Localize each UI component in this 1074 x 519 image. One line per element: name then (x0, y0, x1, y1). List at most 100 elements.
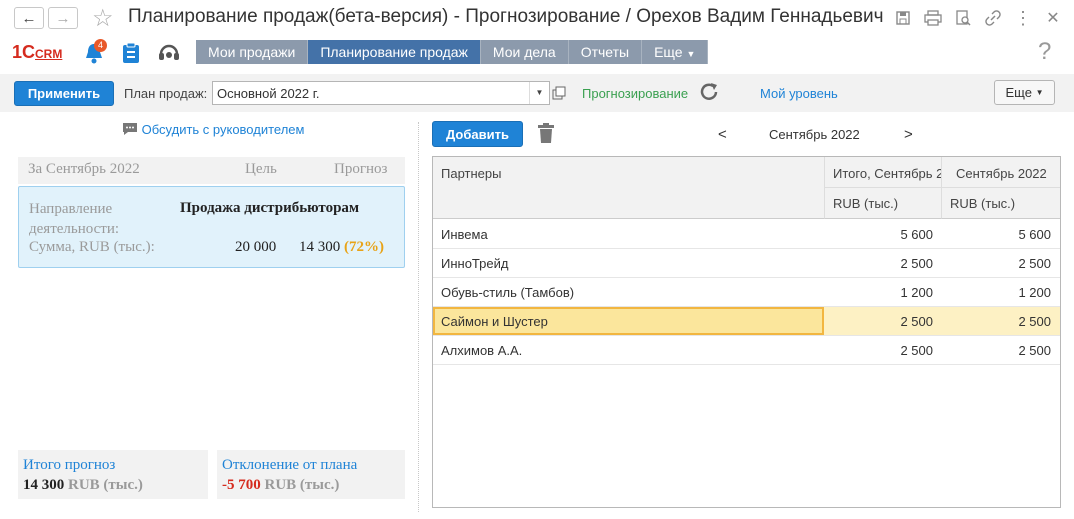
deviation-unit: RUB (тыс.) (264, 477, 340, 493)
chevron-down-icon: ▼ (1035, 88, 1044, 97)
forecast-link[interactable]: Прогнозирование (582, 86, 688, 101)
month-cell: 5 600 (1018, 227, 1051, 242)
notification-badge: 4 (94, 39, 107, 52)
support-button[interactable] (157, 41, 181, 68)
my-level-link[interactable]: Мой уровень (760, 86, 838, 101)
prev-period-button[interactable]: < (718, 126, 727, 143)
forecast-value-group: 14 300 (72%) (299, 239, 384, 256)
open-icon[interactable] (552, 83, 570, 103)
col-header-total[interactable]: Итого, Сентябрь 2022 (825, 157, 942, 188)
period-header: За Сентябрь 2022 (28, 161, 140, 177)
period-label: Сентябрь 2022 (769, 127, 860, 142)
arrow-right-icon: → (55, 9, 71, 27)
direction-label: Направление деятельности: (29, 201, 120, 237)
close-icon[interactable]: ✕ (1043, 8, 1063, 28)
total-forecast-unit: RUB (тыс.) (68, 477, 143, 493)
back-button[interactable]: ← (14, 7, 44, 29)
deviation-box: Отклонение от плана -5 700 RUB (тыс.) (217, 450, 405, 499)
tasks-button[interactable] (122, 42, 140, 67)
tab-more[interactable]: Еще ▼ (642, 40, 709, 64)
partner-cell: ИнноТрейд (441, 256, 509, 271)
table-row-selected[interactable]: Саймон и Шустер 2 500 2 500 (433, 307, 1060, 336)
table-row[interactable]: Алхимов А.А. 2 500 2 500 (433, 336, 1060, 365)
total-cell: 1 200 (900, 285, 933, 300)
col-header-partners[interactable]: Партнеры (433, 157, 825, 219)
tab-more-label: Еще (654, 44, 683, 60)
deviation-line: -5 700 RUB (тыс.) (222, 477, 339, 494)
total-forecast-box: Итого прогноз 14 300 RUB (тыс.) (18, 450, 208, 499)
deviation-label: Отклонение от плана (222, 457, 358, 473)
goal-header: Цель (245, 161, 277, 177)
deviation-value: -5 700 (222, 477, 261, 493)
preview-icon[interactable] (953, 8, 973, 28)
app-logo: 1СCRM (12, 42, 63, 62)
plan-select-value: Основной 2022 г. (217, 86, 320, 101)
main-nav: Мои продажи Планирование продаж Мои дела… (196, 40, 709, 64)
total-cell: 2 500 (900, 256, 933, 271)
col-header-month-unit-label: RUB (тыс.) (950, 196, 1016, 211)
notifications-button[interactable]: 4 (84, 39, 108, 66)
headset-icon (159, 44, 179, 60)
total-forecast-label: Итого прогноз (23, 457, 116, 473)
apply-button[interactable]: Применить (14, 81, 114, 106)
add-button[interactable]: Добавить (432, 121, 523, 147)
help-button[interactable]: ? (1038, 38, 1051, 66)
tab-my-sales[interactable]: Мои продажи (196, 40, 309, 64)
forward-button[interactable]: → (48, 7, 78, 29)
plan-select[interactable]: Основной 2022 г. ▼ (212, 81, 550, 105)
direction-value: Продажа дистрибьюторам (180, 200, 360, 216)
dropdown-arrow-icon[interactable]: ▼ (529, 82, 549, 104)
tab-sales-planning[interactable]: Планирование продаж (308, 40, 481, 64)
month-cell: 2 500 (1018, 343, 1051, 358)
total-cell: 2 500 (900, 314, 933, 329)
col-header-month-label: Сентябрь 2022 (956, 166, 1047, 181)
forecast-percent: (72%) (344, 239, 384, 255)
col-header-total-unit-label: RUB (тыс.) (833, 196, 899, 211)
col-header-month[interactable]: Сентябрь 2022 (942, 157, 1060, 188)
total-forecast-line: 14 300 RUB (тыс.) (23, 477, 143, 494)
table-row[interactable]: Инвема 5 600 5 600 (433, 220, 1060, 249)
partner-cell: Саймон и Шустер (441, 314, 548, 329)
link-icon[interactable] (983, 8, 1003, 28)
plan-label: План продаж: (124, 86, 208, 101)
partner-cell: Обувь-стиль (Тамбов) (441, 285, 575, 300)
next-period-button[interactable]: > (904, 126, 913, 143)
forecast-header: Прогноз (334, 161, 388, 177)
refresh-button[interactable] (698, 81, 720, 106)
discuss-link[interactable]: Обсудить с руководителем (122, 122, 304, 137)
print-icon[interactable] (923, 8, 943, 28)
toolbar-more-button[interactable]: Еще ▼ (994, 80, 1055, 105)
more-vertical-icon[interactable]: ⋮ (1013, 8, 1033, 28)
delete-button[interactable] (538, 123, 554, 146)
tab-reports[interactable]: Отчеты (568, 40, 643, 64)
table-row[interactable]: ИнноТрейд 2 500 2 500 (433, 249, 1060, 278)
goal-value: 20 000 (235, 239, 277, 255)
chat-icon (123, 123, 137, 135)
total-cell: 5 600 (900, 227, 933, 242)
star-icon[interactable]: ☆ (92, 4, 114, 33)
total-cell: 2 500 (900, 343, 933, 358)
summary-header: За Сентябрь 2022 Цель Прогноз (18, 157, 405, 184)
col-header-month-unit: RUB (тыс.) (942, 188, 1060, 219)
panel-splitter[interactable] (418, 122, 419, 512)
month-cell: 1 200 (1018, 285, 1051, 300)
tab-my-tasks[interactable]: Мои дела (480, 40, 569, 64)
partners-table: Партнеры Итого, Сентябрь 2022 RUB (тыс.)… (432, 156, 1061, 508)
direction-card[interactable]: Направление деятельности: Продажа дистри… (18, 186, 405, 268)
discuss-link-label: Обсудить с руководителем (141, 122, 305, 137)
arrow-left-icon: ← (21, 9, 37, 27)
partner-cell: Инвема (441, 227, 488, 242)
forecast-value: 14 300 (299, 239, 341, 255)
partner-cell: Алхимов А.А. (441, 343, 523, 358)
trash-icon (538, 123, 554, 143)
table-row[interactable]: Обувь-стиль (Тамбов) 1 200 1 200 (433, 278, 1060, 307)
month-cell: 2 500 (1018, 256, 1051, 271)
col-header-total-label: Итого, Сентябрь 2022 (833, 166, 941, 181)
month-cell: 2 500 (1018, 314, 1051, 329)
save-icon[interactable] (893, 8, 913, 28)
clipboard-icon (123, 42, 139, 63)
sum-label: Сумма, RUB (тыс.): (29, 239, 155, 255)
chevron-down-icon: ▼ (686, 49, 696, 59)
window-title: Планирование продаж(бета-версия) - Прогн… (128, 6, 884, 27)
col-header-total-unit: RUB (тыс.) (825, 188, 942, 219)
